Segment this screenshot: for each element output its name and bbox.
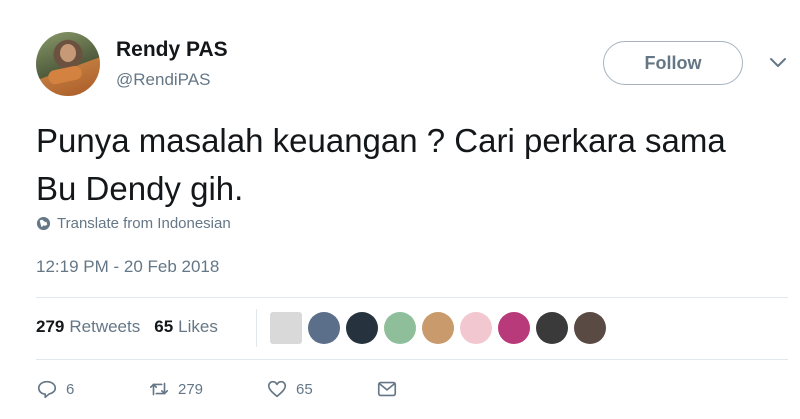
liker-avatar[interactable] xyxy=(346,312,378,344)
avatar[interactable] xyxy=(36,32,100,96)
retweets-label: Retweets xyxy=(69,317,141,336)
message-action[interactable] xyxy=(376,378,398,400)
liker-avatars xyxy=(270,312,606,344)
tweet-timestamp[interactable]: 12:19 PM - 20 Feb 2018 xyxy=(36,257,219,277)
reply-action[interactable]: 6 xyxy=(36,378,148,400)
envelope-icon[interactable] xyxy=(376,378,398,400)
globe-icon xyxy=(36,216,51,231)
like-count: 65 xyxy=(296,380,313,398)
liker-avatar[interactable] xyxy=(422,312,454,344)
like-action[interactable]: 65 xyxy=(266,378,376,400)
chevron-down-icon[interactable] xyxy=(768,56,788,70)
likes-count: 65 xyxy=(154,317,174,336)
reply-count: 6 xyxy=(66,380,75,398)
liker-avatar[interactable] xyxy=(460,312,492,344)
tweet-stats: 279 Retweets 65 Likes xyxy=(36,317,218,337)
retweets-stat[interactable]: 279 Retweets xyxy=(36,317,140,337)
reply-icon[interactable] xyxy=(36,378,58,400)
avatar-face xyxy=(60,44,76,62)
likes-stat[interactable]: 65 Likes xyxy=(154,317,218,337)
liker-avatar[interactable] xyxy=(574,312,606,344)
translate-link[interactable]: Translate from Indonesian xyxy=(36,215,231,232)
liker-avatar[interactable] xyxy=(536,312,568,344)
liker-avatar[interactable] xyxy=(384,312,416,344)
stats-separator xyxy=(256,309,257,347)
liker-avatar[interactable] xyxy=(270,312,302,344)
retweet-count: 279 xyxy=(178,380,204,398)
avatar-guitar xyxy=(46,64,84,86)
retweet-action[interactable]: 279 xyxy=(148,378,266,400)
divider-top xyxy=(36,297,788,298)
tweet-text: Punya masalah keuangan ? Cari perkara sa… xyxy=(36,122,726,207)
divider-bottom xyxy=(36,359,788,360)
retweets-count: 279 xyxy=(36,317,65,336)
heart-icon[interactable] xyxy=(266,378,288,400)
liker-avatar[interactable] xyxy=(498,312,530,344)
follow-button[interactable]: Follow xyxy=(603,41,743,85)
translate-label[interactable]: Translate from Indonesian xyxy=(57,215,231,232)
action-bar: 6 279 65 xyxy=(36,378,398,400)
display-name[interactable]: Rendy PAS xyxy=(116,38,228,62)
user-handle[interactable]: @RendiPAS xyxy=(116,70,210,90)
liker-avatar[interactable] xyxy=(308,312,340,344)
likes-label: Likes xyxy=(178,317,218,336)
retweet-icon[interactable] xyxy=(148,378,170,400)
